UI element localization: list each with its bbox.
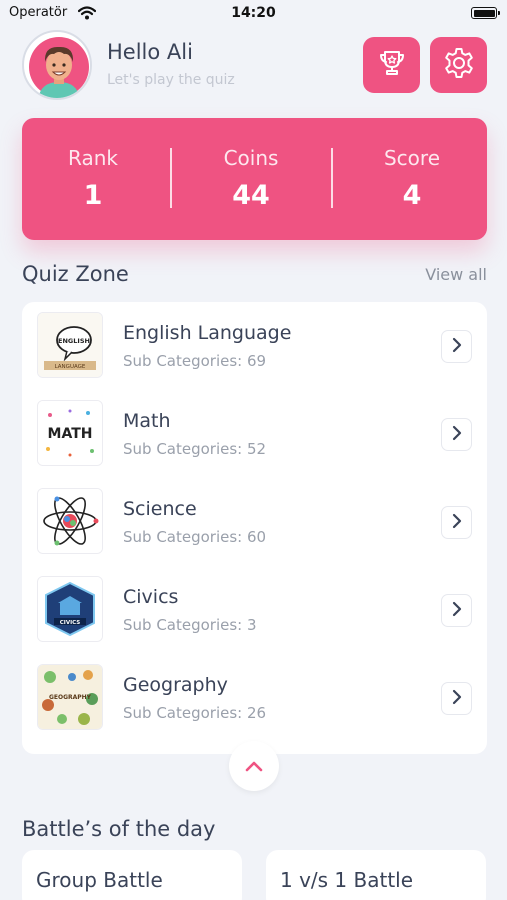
score-stat: Score 4 — [337, 118, 487, 240]
civics-thumb-text: CIVICS — [60, 620, 81, 626]
civics-thumbnail: CIVICS — [37, 576, 103, 642]
chevron-right-icon — [451, 425, 463, 445]
quiz-item-title: English Language — [123, 322, 292, 344]
greeting-subtitle: Let's play the quiz — [107, 72, 235, 88]
quiz-item-title: Civics — [123, 586, 179, 608]
quiz-item-title: Geography — [123, 674, 228, 696]
open-civics-button[interactable] — [441, 594, 472, 627]
math-thumbnail: MATH — [37, 400, 103, 466]
settings-button[interactable] — [430, 37, 487, 93]
one-vs-one-battle-label: 1 v/s 1 Battle — [280, 868, 414, 892]
stat-divider — [331, 148, 333, 208]
rank-stat: Rank 1 — [18, 118, 168, 240]
english-thumb-text: ENGLISH — [58, 337, 90, 345]
rank-label: Rank — [68, 146, 118, 170]
chevron-right-icon — [451, 601, 463, 621]
quiz-item-subcategories: Sub Categories: 60 — [123, 528, 267, 546]
open-science-button[interactable] — [441, 506, 472, 539]
leaderboard-button[interactable] — [363, 37, 420, 93]
quiz-zone-list: ENGLISH LANGUAGE English Language Sub Ca… — [22, 302, 487, 754]
gear-icon — [442, 46, 476, 84]
quiz-item-title: Science — [123, 498, 197, 520]
score-label: Score — [383, 146, 440, 170]
quiz-item-subcategories: Sub Categories: 69 — [123, 352, 267, 370]
quiz-item-math[interactable]: MATH Math Sub Categories: 52 — [22, 390, 487, 478]
quiz-item-subcategories: Sub Categories: 26 — [123, 704, 267, 722]
open-geography-button[interactable] — [441, 682, 472, 715]
avatar[interactable] — [22, 30, 92, 100]
quiz-item-civics[interactable]: CIVICS Civics Sub Categories: 3 — [22, 566, 487, 654]
trophy-icon — [376, 47, 408, 83]
status-bar: Operatör 14:20 — [0, 0, 507, 30]
quiz-zone-title: Quiz Zone — [22, 262, 129, 286]
battles-title: Battle’s of the day — [22, 817, 216, 841]
math-thumb-text: MATH — [48, 426, 93, 442]
chevron-right-icon — [451, 513, 463, 533]
group-battle-card[interactable]: Group Battle — [22, 850, 242, 900]
quiz-item-title: Math — [123, 410, 171, 432]
quiz-item-geography[interactable]: GEOGRAPHY Geography Sub Categories: 26 — [22, 654, 487, 742]
quiz-item-science[interactable]: Science Sub Categories: 60 — [22, 478, 487, 566]
stat-divider — [170, 148, 172, 208]
coins-label: Coins — [223, 146, 279, 170]
battery-icon — [471, 7, 500, 19]
collapse-list-button[interactable] — [229, 741, 279, 791]
group-battle-label: Group Battle — [36, 868, 163, 892]
coins-value: 44 — [232, 180, 270, 211]
coins-stat: Coins 44 — [176, 118, 326, 240]
english-thumb-subtext: LANGUAGE — [55, 364, 86, 370]
clock: 14:20 — [231, 5, 276, 21]
chevron-up-icon — [245, 757, 263, 776]
score-value: 4 — [402, 180, 422, 211]
chevron-right-icon — [451, 337, 463, 357]
quiz-item-subcategories: Sub Categories: 3 — [123, 616, 257, 634]
open-math-button[interactable] — [441, 418, 472, 451]
greeting-title: Hello Ali — [107, 40, 193, 64]
stats-card: Rank 1 Coins 44 Score 4 — [22, 118, 487, 240]
english-language-thumbnail: ENGLISH LANGUAGE — [37, 312, 103, 378]
science-thumbnail — [37, 488, 103, 554]
view-all-link[interactable]: View all — [425, 265, 487, 284]
quiz-item-subcategories: Sub Categories: 52 — [123, 440, 267, 458]
open-english-language-button[interactable] — [441, 330, 472, 363]
geography-thumb-text: GEOGRAPHY — [49, 694, 92, 701]
rank-value: 1 — [83, 180, 103, 211]
one-vs-one-battle-card[interactable]: 1 v/s 1 Battle — [266, 850, 486, 900]
chevron-right-icon — [451, 689, 463, 709]
quiz-item-english-language[interactable]: ENGLISH LANGUAGE English Language Sub Ca… — [22, 302, 487, 390]
geography-thumbnail: GEOGRAPHY — [37, 664, 103, 730]
